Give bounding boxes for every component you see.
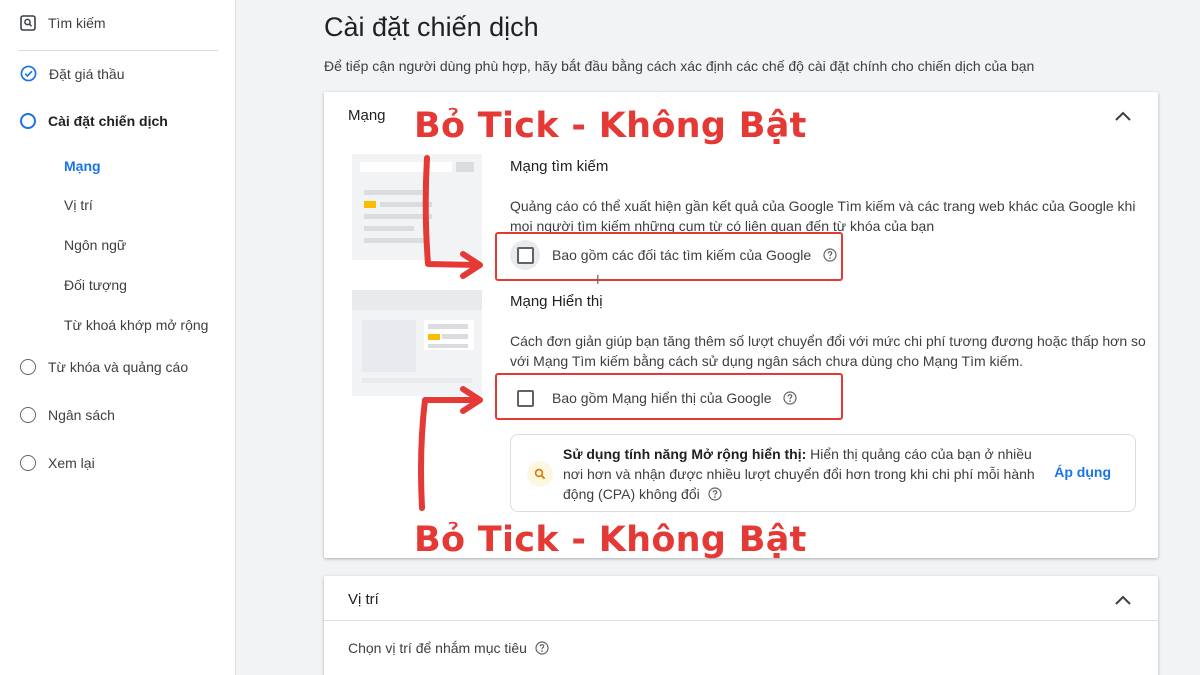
sidebar-step-label: Từ khóa và quảng cáo (48, 359, 189, 375)
chevron-up-icon[interactable] (1114, 110, 1132, 122)
display-expansion-promo: Sử dụng tính năng Mở rộng hiển thị: Hiển… (510, 434, 1136, 512)
sidebar-subitem-broad-match[interactable]: Từ khoá khớp mở rộng (64, 317, 208, 333)
annotation-top: Bỏ Tick - Không Bật (414, 106, 807, 146)
sidebar-step-label: Ngân sách (48, 407, 115, 423)
step-circle-icon (20, 359, 36, 375)
apply-button[interactable]: Áp dụng (1054, 464, 1111, 480)
highlight-box-display-network (495, 373, 843, 420)
active-step-circle-icon (20, 113, 36, 129)
network-card-heading: Mạng (348, 107, 386, 124)
location-card: Vị trí Chọn vị trí để nhắm mục tiêu (324, 576, 1158, 675)
sidebar-subitem-language[interactable]: Ngôn ngữ (64, 237, 126, 253)
sidebar-step-label: Xem lại (48, 455, 95, 471)
card-divider (324, 620, 1158, 621)
sidebar-subitem-location[interactable]: Vị trí (64, 197, 93, 213)
check-circle-icon (20, 65, 37, 82)
sidebar-search-row[interactable]: Tìm kiếm (20, 15, 106, 31)
sidebar-step-bidding[interactable]: Đặt giá thầu (20, 65, 125, 82)
display-network-description: Cách đơn giản giúp bạn tăng thêm số lượt… (510, 333, 1146, 369)
annotation-bottom: Bỏ Tick - Không Bật (414, 520, 807, 560)
search-network-description: Quảng cáo có thể xuất hiện gần kết quả c… (510, 198, 1136, 234)
location-card-heading: Vị trí (348, 591, 379, 608)
sidebar-step-label: Cài đặt chiến dịch (48, 113, 168, 129)
search-network-illustration (352, 154, 482, 260)
help-icon[interactable] (535, 641, 549, 655)
sidebar-search-label: Tìm kiếm (48, 15, 106, 31)
sidebar-step-budget[interactable]: Ngân sách (20, 407, 115, 423)
location-prompt: Chọn vị trí để nhắm mục tiêu (348, 640, 527, 656)
page-title: Cài đặt chiến dịch (324, 12, 539, 42)
sidebar-step-campaign-settings[interactable]: Cài đặt chiến dịch (20, 113, 168, 129)
sidebar-search[interactable]: Tìm kiếm (0, 0, 236, 50)
page-subtitle: Để tiếp cận người dùng phù hợp, hãy bắt … (324, 58, 1035, 74)
location-prompt-row: Chọn vị trí để nhắm mục tiêu (348, 640, 549, 656)
chevron-up-icon[interactable] (1114, 594, 1132, 606)
display-network-title: Mạng Hiển thị (510, 293, 603, 310)
search-network-title: Mạng tìm kiếm (510, 158, 609, 175)
sidebar-step-review[interactable]: Xem lại (20, 455, 95, 471)
sidebar-subitem-audience[interactable]: Đối tượng (64, 277, 127, 293)
sidebar-subitem-network[interactable]: Mạng (64, 158, 101, 174)
highlight-box-search-partners (495, 232, 843, 281)
sidebar: Tìm kiếm Đặt giá thầu Cài đặt chiến dịch… (0, 0, 236, 675)
sidebar-step-label: Đặt giá thầu (49, 65, 125, 82)
step-circle-icon (20, 455, 36, 471)
step-circle-icon (20, 407, 36, 423)
help-icon[interactable] (708, 487, 722, 501)
promo-bold-text: Sử dụng tính năng Mở rộng hiển thị: (563, 446, 807, 462)
search-icon (527, 461, 553, 487)
sidebar-divider (18, 50, 218, 51)
text-cursor-icon: I (596, 272, 600, 287)
display-network-illustration (352, 290, 482, 396)
promo-text: Sử dụng tính năng Mở rộng hiển thị: Hiển… (563, 444, 1053, 504)
sidebar-step-keywords-ads[interactable]: Từ khóa và quảng cáo (20, 359, 188, 375)
search-icon (20, 15, 36, 31)
network-card: Mạng Mạng tìm kiếm Quảng cáo có thể xuất… (324, 92, 1158, 558)
